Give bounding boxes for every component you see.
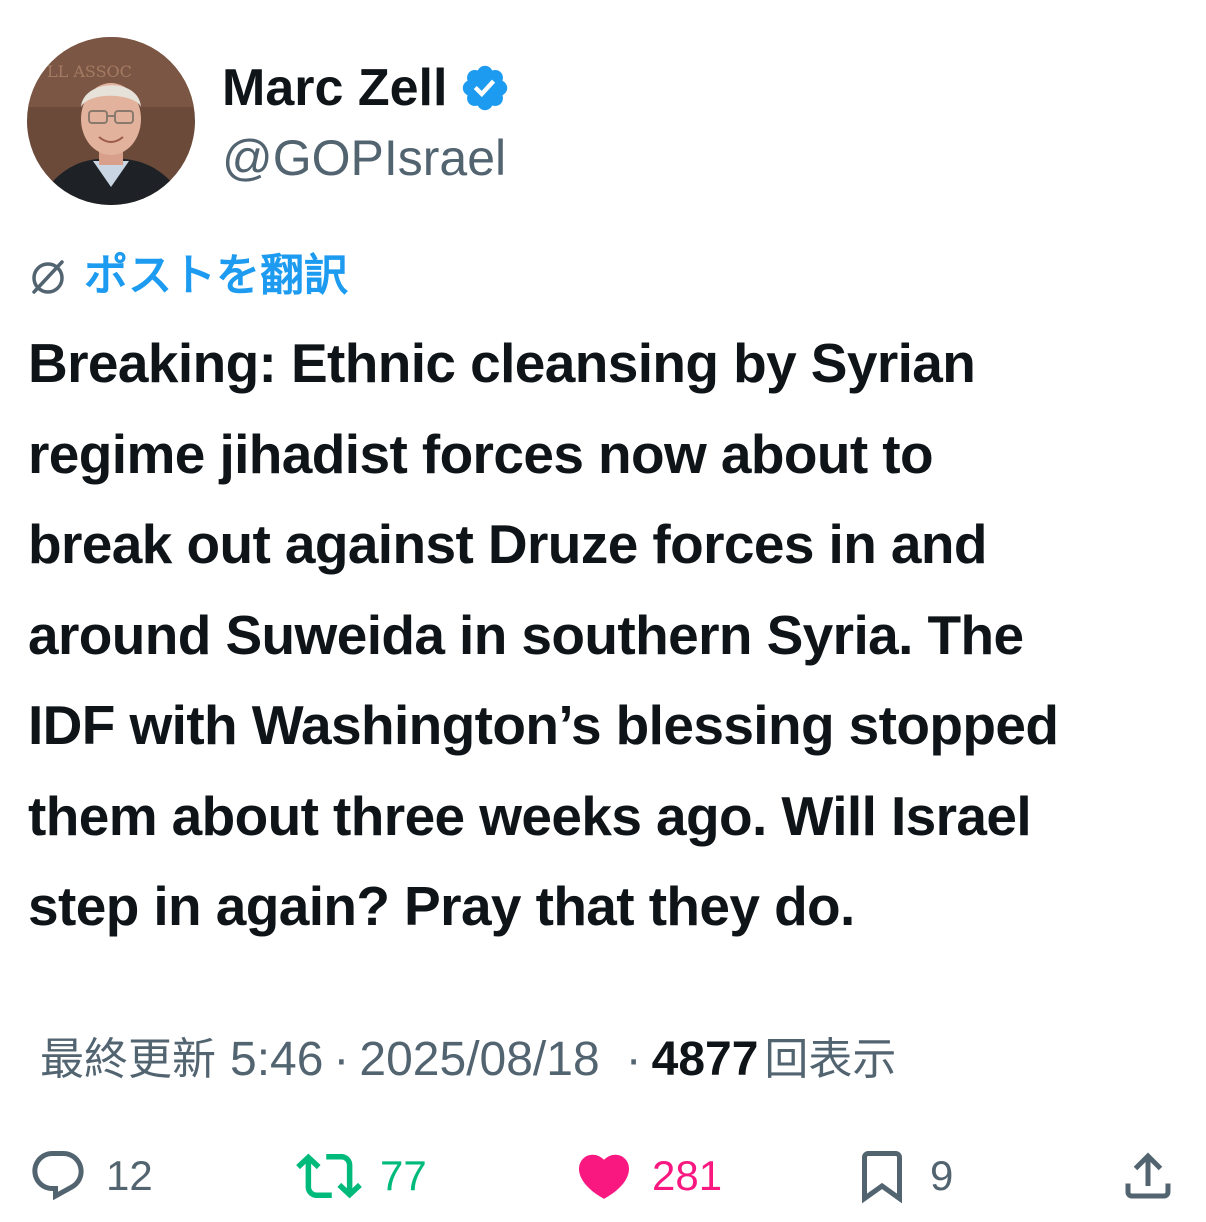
- meta-separator: ·: [333, 1033, 350, 1086]
- updated-label: 最終更新: [40, 1034, 216, 1085]
- bookmark-count: 9: [930, 1152, 954, 1199]
- share-button[interactable]: [1118, 1140, 1178, 1212]
- share-icon: [1125, 1152, 1171, 1199]
- like-button[interactable]: 281: [574, 1140, 722, 1212]
- verified-badge-icon[interactable]: [459, 62, 511, 114]
- like-count: 281: [652, 1152, 723, 1199]
- tweet-action-bar: 12 77 281 9: [0, 1140, 1206, 1212]
- translate-post-label[interactable]: ポストを翻訳: [84, 248, 348, 304]
- retweet-count: 77: [380, 1152, 427, 1199]
- heart-icon: [578, 1154, 630, 1199]
- translate-icon: [26, 254, 70, 298]
- author-handle[interactable]: @GOPIsrael: [222, 128, 506, 188]
- avatar[interactable]: LL ASSOC: [27, 37, 195, 205]
- tweet-time[interactable]: 5:46: [230, 1030, 323, 1090]
- bookmark-button[interactable]: 9: [852, 1140, 953, 1212]
- svg-text:LL ASSOC: LL ASSOC: [47, 62, 132, 81]
- views-label: 回表示: [764, 1034, 897, 1085]
- retweet-icon: [296, 1153, 362, 1199]
- views-count[interactable]: 4877: [652, 1030, 759, 1090]
- translate-post-link[interactable]: ポストを翻訳: [26, 248, 348, 304]
- bookmark-icon: [862, 1151, 902, 1204]
- reply-button[interactable]: 12: [28, 1140, 153, 1212]
- author-name-row[interactable]: Marc Zell: [222, 58, 511, 118]
- avatar-photo: LL ASSOC: [27, 37, 195, 205]
- author-name[interactable]: Marc Zell: [222, 58, 447, 118]
- tweet-text: Breaking: Ethnic cleansing by Syrian reg…: [28, 332, 1059, 937]
- meta-separator-2: ·: [625, 1033, 642, 1086]
- reply-count: 12: [106, 1152, 153, 1199]
- tweet-date[interactable]: 2025/08/18: [359, 1030, 599, 1090]
- tweet-meta: 最終更新 5:46 · 2025/08/18 · 4877 回表示: [40, 1030, 896, 1090]
- retweet-button[interactable]: 77: [296, 1140, 427, 1212]
- reply-icon: [32, 1151, 84, 1201]
